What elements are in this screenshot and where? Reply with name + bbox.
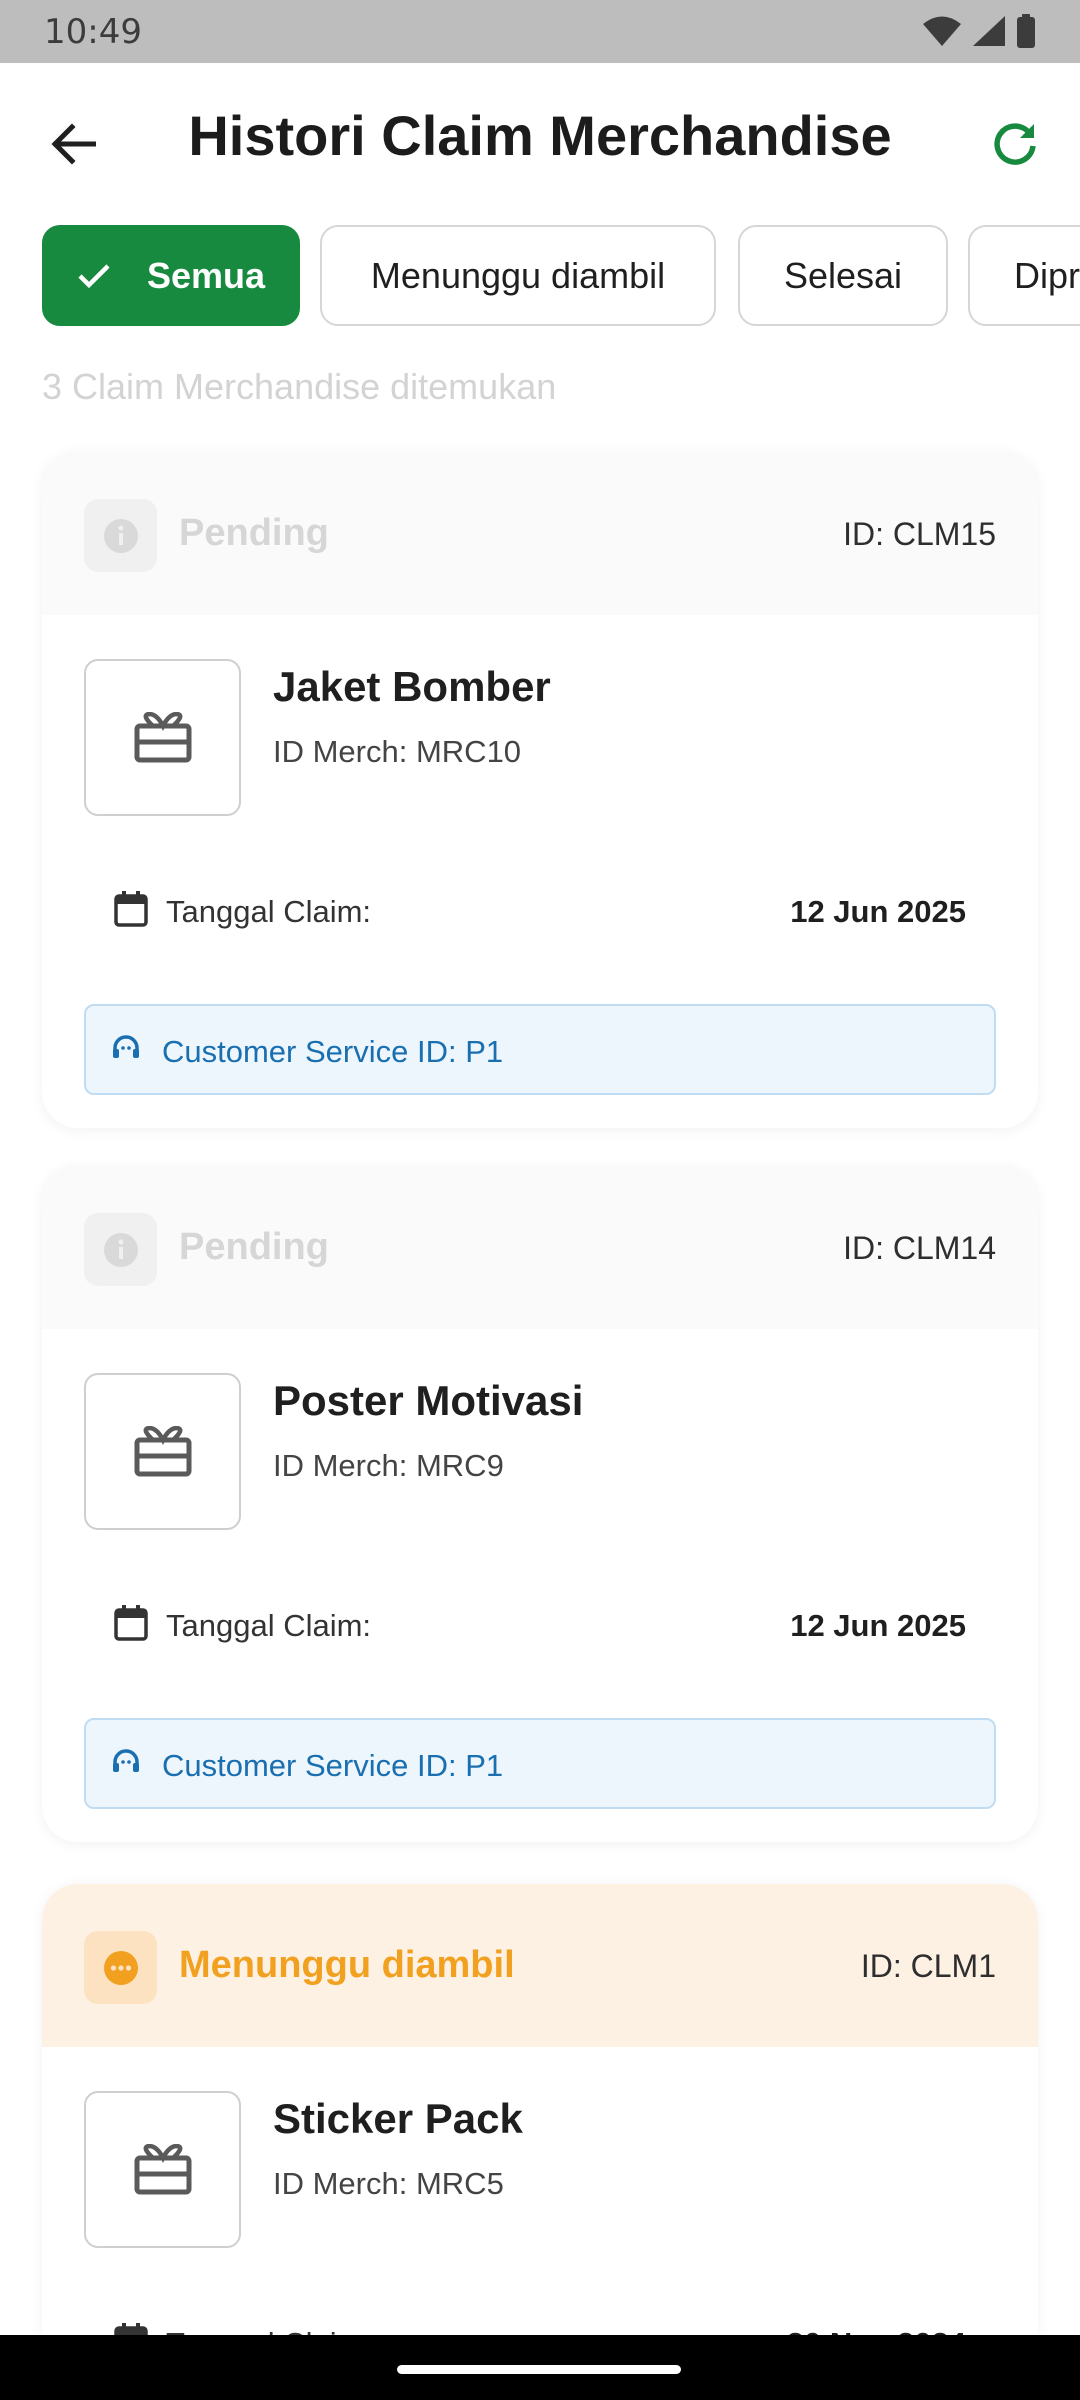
customer-service-text: Customer Service ID: P1 [162, 1034, 504, 1069]
date-value: 12 Jun 2025 [790, 894, 966, 929]
date-value: 12 Jun 2025 [790, 1608, 966, 1643]
calendar-icon [114, 2323, 148, 2335]
claim-card[interactable]: Menunggu diambil ID: CLM1 Sticker Pack I… [42, 1884, 1038, 2335]
info-icon [84, 499, 157, 572]
more-horizontal-icon [84, 1931, 157, 2004]
headset-icon [113, 1749, 139, 1772]
app-bar: Histori Claim Merchandise [0, 63, 1080, 209]
headset-icon [113, 1035, 139, 1058]
customer-service-text: Customer Service ID: P1 [162, 1748, 504, 1783]
merch-thumbnail [84, 659, 241, 816]
claim-card-header: Menunggu diambil ID: CLM1 [42, 1884, 1038, 2047]
filter-chip-label: Dipr [1014, 254, 1080, 296]
claim-date-row: Tanggal Claim: 30 Nov 2024 [114, 2318, 966, 2335]
merch-id: ID Merch: MRC10 [273, 734, 522, 769]
claim-id: ID: CLM15 [843, 516, 996, 552]
filter-chip-selesai[interactable]: Selesai [738, 225, 948, 326]
claim-card-header: Pending ID: CLM15 [42, 452, 1038, 615]
filter-chip-diproses[interactable]: Dipr [968, 225, 1080, 326]
filter-chip-label: Semua [146, 254, 266, 296]
home-gesture-handle[interactable] [397, 2365, 681, 2374]
status-icons [922, 14, 1036, 48]
wifi-icon [923, 16, 961, 46]
result-count: 3 Claim Merchandise ditemukan [42, 366, 557, 407]
claim-id: ID: CLM14 [843, 1230, 996, 1266]
signal-icon [973, 16, 1005, 46]
calendar-icon [114, 891, 148, 927]
claim-card[interactable]: Pending ID: CLM14 Poster Motivasi ID Mer… [42, 1166, 1038, 1842]
date-value: 30 Nov 2024 [787, 2326, 966, 2335]
status-label: Menunggu diambil [179, 1944, 515, 1986]
date-label: Tanggal Claim: [166, 1608, 372, 1643]
merch-id: ID Merch: MRC9 [273, 1448, 504, 1483]
filter-chip-semua[interactable]: Semua [42, 225, 300, 326]
merch-thumbnail [84, 2091, 241, 2248]
claim-card-header: Pending ID: CLM14 [42, 1166, 1038, 1329]
filter-chips: Semua Menunggu diambil Selesai Dipr [42, 225, 1080, 326]
item-name: Poster Motivasi [273, 1377, 584, 1424]
filter-chip-label: Selesai [783, 254, 903, 296]
merch-id: ID Merch: MRC5 [273, 2166, 504, 2201]
calendar-icon [114, 1605, 148, 1641]
gift-icon [134, 1425, 191, 1476]
claim-id: ID: CLM1 [860, 1948, 996, 1984]
battery-icon [1017, 14, 1035, 48]
check-icon [77, 263, 111, 289]
refresh-icon [994, 123, 1036, 165]
filter-chip-menunggu-diambil[interactable]: Menunggu diambil [320, 225, 716, 326]
status-label: Pending [179, 512, 329, 554]
gift-icon [134, 2143, 191, 2194]
status-bar: 10:49 [0, 0, 1080, 63]
claim-card[interactable]: Pending ID: CLM15 Jaket Bomber ID Merch:… [42, 452, 1038, 1128]
status-time: 10:49 [44, 12, 142, 52]
filter-chip-label: Menunggu diambil [370, 254, 666, 296]
date-label: Tanggal Claim: [166, 894, 372, 929]
item-name: Jaket Bomber [273, 663, 551, 710]
item-name: Sticker Pack [273, 2095, 523, 2142]
page-title: Histori Claim Merchandise [188, 104, 892, 167]
date-label: Tanggal Claim: [166, 2326, 371, 2335]
status-label: Pending [179, 1226, 329, 1268]
gift-icon [134, 711, 191, 762]
system-navigation-bar [0, 2335, 1080, 2400]
merch-thumbnail [84, 1373, 241, 1530]
customer-service-box: Customer Service ID: P1 [84, 1004, 996, 1095]
refresh-button[interactable] [972, 101, 1058, 187]
info-icon [84, 1213, 157, 1286]
customer-service-box: Customer Service ID: P1 [84, 1718, 996, 1809]
claim-date-row: Tanggal Claim: 12 Jun 2025 [114, 886, 966, 936]
claim-date-row: Tanggal Claim: 12 Jun 2025 [114, 1600, 966, 1650]
